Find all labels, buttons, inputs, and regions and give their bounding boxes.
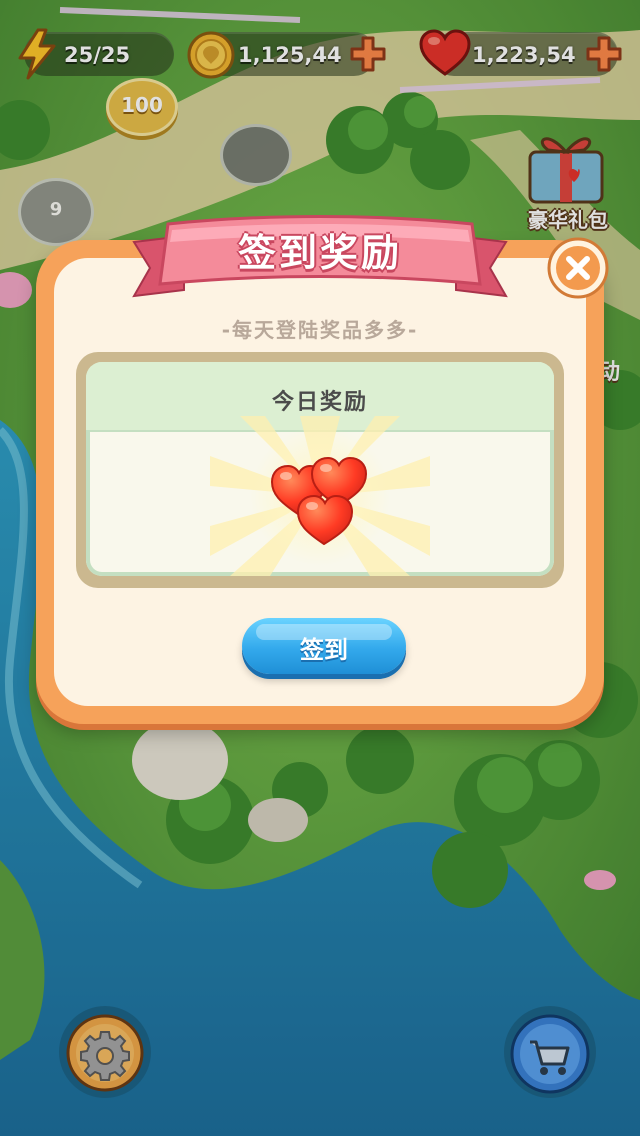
hearts-reward-icon: [270, 456, 368, 546]
close-button[interactable]: [546, 236, 610, 300]
reward-title: 今日奖励: [271, 390, 368, 415]
dialog-subtitle: -每天登陆奖品多多-: [221, 318, 419, 342]
sign-in-button-label: 签到: [300, 636, 348, 664]
sign-in-button[interactable]: 签到: [242, 618, 406, 674]
dialog-title: 签到奖励: [237, 231, 402, 275]
todays-reward-card: 今日奖励: [86, 362, 554, 576]
